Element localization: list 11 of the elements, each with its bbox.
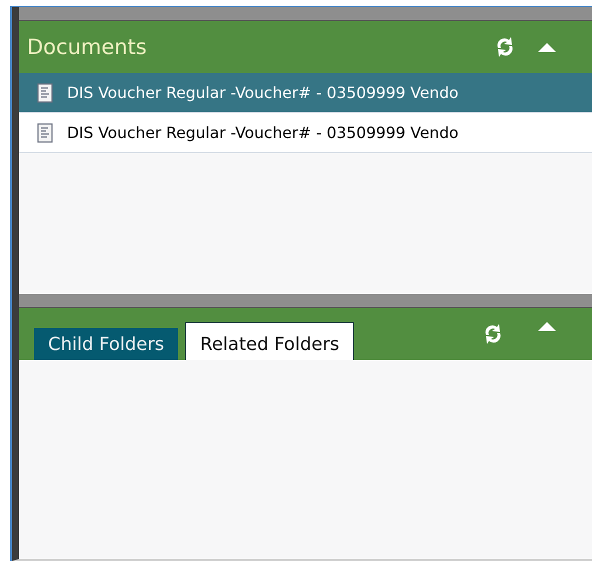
folder-tab[interactable]: Child Folders bbox=[34, 328, 178, 360]
collapse-icon[interactable] bbox=[538, 42, 556, 52]
document-row[interactable]: DIS Voucher Regular -Voucher# - 03509999 Vendo bbox=[19, 113, 592, 153]
folder-tab[interactable]: Related Folders bbox=[185, 322, 354, 360]
collapse-icon[interactable] bbox=[538, 321, 556, 331]
splitter-bar[interactable] bbox=[19, 7, 592, 21]
document-icon bbox=[37, 82, 53, 102]
document-icon bbox=[37, 122, 53, 142]
document-row[interactable]: DIS Voucher Regular -Voucher# - 03509999 Vendo bbox=[19, 73, 592, 113]
panel-title: Documents bbox=[27, 35, 148, 59]
splitter-bar[interactable] bbox=[19, 294, 592, 308]
